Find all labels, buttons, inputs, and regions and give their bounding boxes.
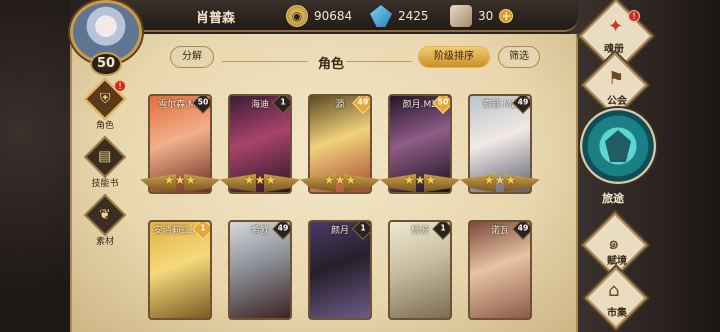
decompose-button[interactable]: 分解 [170, 46, 214, 68]
journey-button[interactable]: 旅途 [580, 106, 656, 206]
hero-card[interactable]: 希欧 49 [228, 220, 292, 320]
gem-icon [370, 5, 392, 27]
sidenav-item-skill-book[interactable]: ▤ 技能书 [82, 135, 128, 192]
hero-card[interactable]: 颜月 1 [308, 220, 372, 320]
player-level-badge: 50 [90, 52, 122, 76]
page-title: 角色 [318, 57, 345, 72]
hero-card[interactable]: 杨波 1 [388, 220, 452, 320]
add-book-button[interactable]: + [499, 9, 514, 23]
market-icon: ⌂ [608, 280, 620, 301]
guild-label: 公会 [607, 96, 627, 107]
filter-button[interactable]: 筛选 [498, 46, 540, 68]
gem-resource: 2425 [370, 5, 429, 27]
skill-book-icon: ▤ [98, 148, 112, 165]
hero-card[interactable]: 诺瓦 49 [468, 220, 532, 320]
rank-crest: ★★★ [220, 168, 300, 198]
material-icon: ❦ [99, 206, 111, 223]
left-backdrop [0, 0, 70, 332]
book-value: 30 [478, 9, 494, 23]
rank-crest: ★★★ [460, 168, 540, 198]
market-label: 市集 [607, 308, 627, 319]
alert-badge: ! [114, 80, 126, 92]
summon-icon: ✦ [608, 16, 624, 37]
player-name: 肖普森 [196, 11, 236, 26]
rank-crest: ★★★ [140, 168, 220, 198]
gold-value: 90684 [314, 9, 353, 23]
sidenav-item-material[interactable]: ❦ 素材 [82, 193, 128, 250]
title-divider-left [222, 61, 308, 62]
side-nav: ⛨ ! 角色 ▤ 技能书 ❦ 素材 [82, 77, 128, 258]
alert-badge: ! [628, 10, 640, 22]
sort-by-rank-button[interactable]: 阶级排序 [418, 46, 490, 68]
player-avatar-frame[interactable]: 50 [64, 0, 148, 78]
rank-crest: ★★★ [300, 168, 380, 198]
rank-crest: ★★★ [380, 168, 460, 198]
sidenav-item-character[interactable]: ⛨ ! 角色 [82, 77, 128, 134]
book-resource: 30 + [450, 5, 514, 27]
title-divider-right [346, 61, 412, 62]
journey-label: 旅途 [602, 192, 624, 205]
gold-resource: ◉ 90684 [286, 5, 352, 27]
book-icon [450, 5, 472, 27]
talent-label: 赋境 [607, 256, 627, 267]
helmet-icon: ⛨ [99, 91, 111, 107]
guild-icon: ⚑ [608, 68, 625, 89]
hero-card[interactable]: 安洁莉亚.MZ 1 [148, 220, 212, 320]
gold-coin-icon: ◉ [286, 5, 308, 27]
gem-value: 2425 [398, 9, 429, 23]
